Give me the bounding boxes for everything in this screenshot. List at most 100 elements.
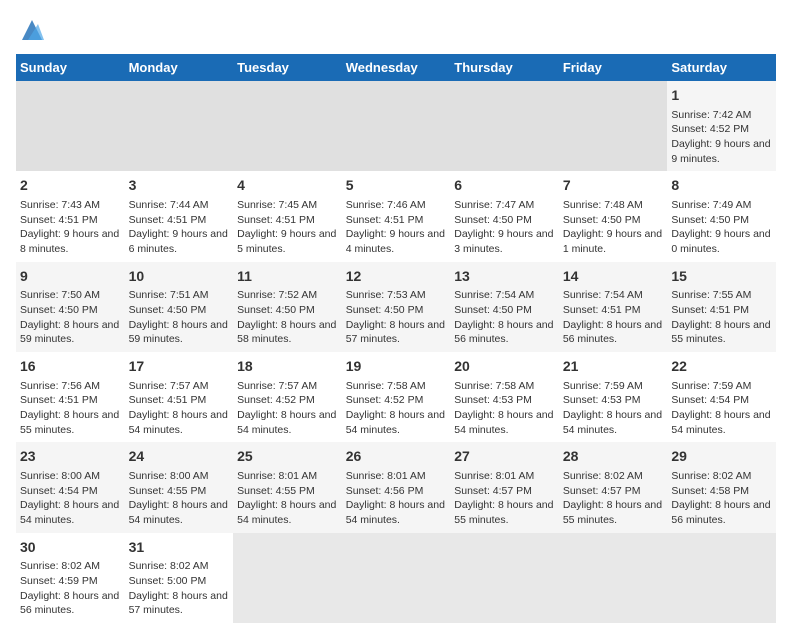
calendar-cell: 26Sunrise: 8:01 AMSunset: 4:56 PMDayligh… [342, 442, 451, 532]
day-info: Sunrise: 8:01 AMSunset: 4:56 PMDaylight:… [346, 469, 447, 528]
day-info: Sunrise: 8:01 AMSunset: 4:55 PMDaylight:… [237, 469, 338, 528]
calendar-cell [559, 533, 668, 623]
calendar-cell: 14Sunrise: 7:54 AMSunset: 4:51 PMDayligh… [559, 262, 668, 352]
calendar-cell: 4Sunrise: 7:45 AMSunset: 4:51 PMDaylight… [233, 171, 342, 261]
day-info: Sunrise: 7:42 AMSunset: 4:52 PMDaylight:… [671, 108, 772, 167]
week-row-0: 1Sunrise: 7:42 AMSunset: 4:52 PMDaylight… [16, 81, 776, 171]
day-number: 30 [20, 538, 121, 558]
day-headers-row: SundayMondayTuesdayWednesdayThursdayFrid… [16, 54, 776, 81]
day-number: 22 [671, 357, 772, 377]
day-number: 11 [237, 267, 338, 287]
day-info: Sunrise: 7:54 AMSunset: 4:50 PMDaylight:… [454, 288, 555, 347]
day-info: Sunrise: 8:02 AMSunset: 4:57 PMDaylight:… [563, 469, 664, 528]
day-info: Sunrise: 8:02 AMSunset: 5:00 PMDaylight:… [129, 559, 230, 618]
day-number: 8 [671, 176, 772, 196]
day-info: Sunrise: 7:44 AMSunset: 4:51 PMDaylight:… [129, 198, 230, 257]
calendar-cell: 11Sunrise: 7:52 AMSunset: 4:50 PMDayligh… [233, 262, 342, 352]
calendar-cell [342, 533, 451, 623]
logo [16, 16, 46, 44]
day-number: 9 [20, 267, 121, 287]
day-info: Sunrise: 7:45 AMSunset: 4:51 PMDaylight:… [237, 198, 338, 257]
day-number: 25 [237, 447, 338, 467]
day-info: Sunrise: 7:59 AMSunset: 4:54 PMDaylight:… [671, 379, 772, 438]
calendar-cell: 19Sunrise: 7:58 AMSunset: 4:52 PMDayligh… [342, 352, 451, 442]
day-info: Sunrise: 7:51 AMSunset: 4:50 PMDaylight:… [129, 288, 230, 347]
day-info: Sunrise: 8:02 AMSunset: 4:58 PMDaylight:… [671, 469, 772, 528]
calendar-cell: 12Sunrise: 7:53 AMSunset: 4:50 PMDayligh… [342, 262, 451, 352]
calendar-cell: 30Sunrise: 8:02 AMSunset: 4:59 PMDayligh… [16, 533, 125, 623]
calendar-cell: 20Sunrise: 7:58 AMSunset: 4:53 PMDayligh… [450, 352, 559, 442]
calendar-cell: 24Sunrise: 8:00 AMSunset: 4:55 PMDayligh… [125, 442, 234, 532]
day-number: 2 [20, 176, 121, 196]
day-info: Sunrise: 7:56 AMSunset: 4:51 PMDaylight:… [20, 379, 121, 438]
day-number: 17 [129, 357, 230, 377]
day-number: 24 [129, 447, 230, 467]
day-info: Sunrise: 7:58 AMSunset: 4:52 PMDaylight:… [346, 379, 447, 438]
day-info: Sunrise: 7:48 AMSunset: 4:50 PMDaylight:… [563, 198, 664, 257]
calendar-cell: 22Sunrise: 7:59 AMSunset: 4:54 PMDayligh… [667, 352, 776, 442]
calendar-cell: 2Sunrise: 7:43 AMSunset: 4:51 PMDaylight… [16, 171, 125, 261]
day-header-wednesday: Wednesday [342, 54, 451, 81]
calendar-cell [450, 533, 559, 623]
day-number: 31 [129, 538, 230, 558]
calendar-cell: 16Sunrise: 7:56 AMSunset: 4:51 PMDayligh… [16, 352, 125, 442]
day-number: 12 [346, 267, 447, 287]
day-number: 7 [563, 176, 664, 196]
calendar-cell: 25Sunrise: 8:01 AMSunset: 4:55 PMDayligh… [233, 442, 342, 532]
week-row-4: 23Sunrise: 8:00 AMSunset: 4:54 PMDayligh… [16, 442, 776, 532]
page-header [16, 16, 776, 44]
day-info: Sunrise: 7:46 AMSunset: 4:51 PMDaylight:… [346, 198, 447, 257]
calendar-cell: 10Sunrise: 7:51 AMSunset: 4:50 PMDayligh… [125, 262, 234, 352]
logo-icon [18, 16, 46, 44]
calendar-cell: 8Sunrise: 7:49 AMSunset: 4:50 PMDaylight… [667, 171, 776, 261]
calendar-cell [125, 81, 234, 171]
day-number: 28 [563, 447, 664, 467]
day-number: 14 [563, 267, 664, 287]
week-row-5: 30Sunrise: 8:02 AMSunset: 4:59 PMDayligh… [16, 533, 776, 623]
day-info: Sunrise: 7:47 AMSunset: 4:50 PMDaylight:… [454, 198, 555, 257]
calendar-cell: 7Sunrise: 7:48 AMSunset: 4:50 PMDaylight… [559, 171, 668, 261]
calendar-cell: 18Sunrise: 7:57 AMSunset: 4:52 PMDayligh… [233, 352, 342, 442]
calendar-cell: 9Sunrise: 7:50 AMSunset: 4:50 PMDaylight… [16, 262, 125, 352]
day-header-friday: Friday [559, 54, 668, 81]
day-info: Sunrise: 7:55 AMSunset: 4:51 PMDaylight:… [671, 288, 772, 347]
calendar-cell: 13Sunrise: 7:54 AMSunset: 4:50 PMDayligh… [450, 262, 559, 352]
calendar-cell: 5Sunrise: 7:46 AMSunset: 4:51 PMDaylight… [342, 171, 451, 261]
day-info: Sunrise: 7:52 AMSunset: 4:50 PMDaylight:… [237, 288, 338, 347]
calendar-cell: 17Sunrise: 7:57 AMSunset: 4:51 PMDayligh… [125, 352, 234, 442]
calendar-cell: 1Sunrise: 7:42 AMSunset: 4:52 PMDaylight… [667, 81, 776, 171]
day-info: Sunrise: 7:59 AMSunset: 4:53 PMDaylight:… [563, 379, 664, 438]
day-info: Sunrise: 8:02 AMSunset: 4:59 PMDaylight:… [20, 559, 121, 618]
day-header-sunday: Sunday [16, 54, 125, 81]
day-header-tuesday: Tuesday [233, 54, 342, 81]
day-number: 21 [563, 357, 664, 377]
calendar-cell: 31Sunrise: 8:02 AMSunset: 5:00 PMDayligh… [125, 533, 234, 623]
day-info: Sunrise: 8:00 AMSunset: 4:54 PMDaylight:… [20, 469, 121, 528]
day-number: 3 [129, 176, 230, 196]
calendar-cell [342, 81, 451, 171]
calendar-cell: 6Sunrise: 7:47 AMSunset: 4:50 PMDaylight… [450, 171, 559, 261]
day-info: Sunrise: 7:57 AMSunset: 4:52 PMDaylight:… [237, 379, 338, 438]
day-info: Sunrise: 8:01 AMSunset: 4:57 PMDaylight:… [454, 469, 555, 528]
week-row-2: 9Sunrise: 7:50 AMSunset: 4:50 PMDaylight… [16, 262, 776, 352]
day-info: Sunrise: 7:58 AMSunset: 4:53 PMDaylight:… [454, 379, 555, 438]
day-info: Sunrise: 7:49 AMSunset: 4:50 PMDaylight:… [671, 198, 772, 257]
calendar-cell: 21Sunrise: 7:59 AMSunset: 4:53 PMDayligh… [559, 352, 668, 442]
day-header-saturday: Saturday [667, 54, 776, 81]
calendar-cell [559, 81, 668, 171]
calendar-cell [667, 533, 776, 623]
day-number: 19 [346, 357, 447, 377]
calendar-cell: 29Sunrise: 8:02 AMSunset: 4:58 PMDayligh… [667, 442, 776, 532]
day-header-monday: Monday [125, 54, 234, 81]
calendar-cell [233, 533, 342, 623]
day-number: 13 [454, 267, 555, 287]
day-number: 10 [129, 267, 230, 287]
day-number: 1 [671, 86, 772, 106]
day-number: 5 [346, 176, 447, 196]
day-number: 16 [20, 357, 121, 377]
calendar-cell: 3Sunrise: 7:44 AMSunset: 4:51 PMDaylight… [125, 171, 234, 261]
calendar-cell [16, 81, 125, 171]
day-number: 15 [671, 267, 772, 287]
calendar-cell: 27Sunrise: 8:01 AMSunset: 4:57 PMDayligh… [450, 442, 559, 532]
day-number: 23 [20, 447, 121, 467]
